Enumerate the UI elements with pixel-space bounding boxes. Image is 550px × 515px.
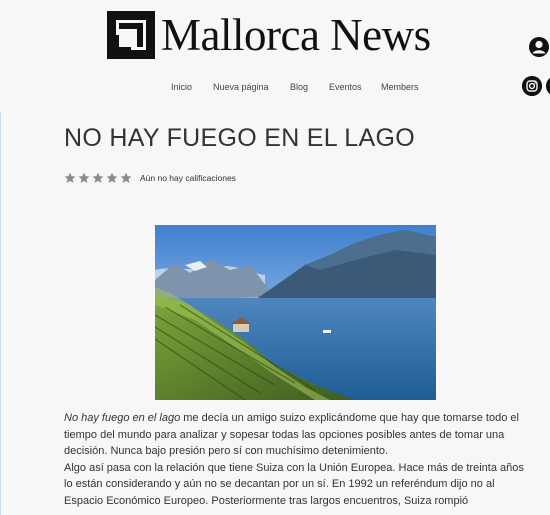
- article-paragraph: No hay fuego en el lago me decía un amig…: [64, 410, 534, 460]
- lake-vineyard-photo: [155, 225, 436, 400]
- star-icon[interactable]: [106, 172, 118, 184]
- logo-square-icon: [107, 11, 155, 59]
- user-account-icon[interactable]: [528, 36, 550, 58]
- post-title: NO HAY FUEGO EN EL LAGO: [64, 124, 415, 152]
- article-emphasis: No hay fuego en el lago: [64, 412, 181, 424]
- article-text: Algo así pasa con la relación que tiene …: [64, 461, 524, 507]
- star-icon[interactable]: [92, 172, 104, 184]
- article-body: No hay fuego en el lago me decía un amig…: [64, 410, 534, 510]
- nav-item-nueva-pagina[interactable]: Nueva página: [213, 82, 269, 92]
- nav-item-eventos[interactable]: Eventos: [329, 82, 362, 92]
- instagram-icon[interactable]: [522, 76, 542, 96]
- site-logo[interactable]: Mallorca News: [107, 10, 431, 60]
- nav-item-blog[interactable]: Blog: [290, 82, 308, 92]
- star-icon[interactable]: [64, 172, 76, 184]
- left-edge-rule: [0, 112, 1, 515]
- rating-stars[interactable]: [64, 172, 132, 184]
- nav-item-inicio[interactable]: Inicio: [171, 82, 192, 92]
- star-icon[interactable]: [78, 172, 90, 184]
- rating-text: Aún no hay calificaciones: [140, 173, 236, 183]
- nav-item-members[interactable]: Members: [381, 82, 419, 92]
- post-rating[interactable]: Aún no hay calificaciones: [64, 170, 236, 186]
- site-name: Mallorca News: [161, 10, 431, 60]
- main-nav: Inicio Nueva página Blog Eventos Members: [0, 82, 550, 96]
- site-header: Mallorca News Inicio Nueva página Blog E…: [0, 0, 550, 110]
- star-icon[interactable]: [120, 172, 132, 184]
- article-paragraph: Algo así pasa con la relación que tiene …: [64, 460, 534, 510]
